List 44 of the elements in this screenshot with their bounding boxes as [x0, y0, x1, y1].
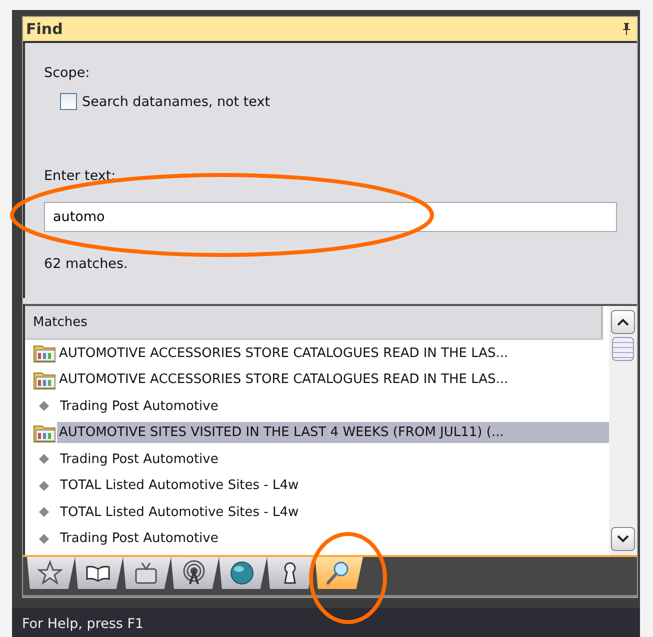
match-item[interactable]: AUTOMOTIVE ACCESSORIES STORE CATALOGUES READ IN THE LAS...: [57, 369, 510, 390]
book-tab[interactable]: [75, 557, 123, 589]
pin-icon[interactable]: [622, 23, 631, 35]
globe-icon: [229, 560, 255, 586]
match-item[interactable]: Trading Post Automotive: [58, 396, 220, 417]
globe-tab[interactable]: [219, 557, 267, 589]
diamond-icon: [39, 401, 49, 412]
scope-label: Scope:: [44, 65, 91, 81]
match-item[interactable]: Trading Post Automotive: [58, 528, 220, 550]
diamond-icon: [39, 534, 49, 544]
checkbox[interactable]: [60, 93, 77, 110]
scroll-up-button[interactable]: [611, 310, 635, 334]
antenna-tab[interactable]: [171, 557, 219, 589]
chevron-down-icon: [617, 535, 629, 543]
scroll-thumb[interactable]: [612, 337, 634, 361]
panel-title: Find: [26, 20, 63, 38]
scroll-down-button[interactable]: [611, 527, 635, 551]
antenna-icon: [181, 560, 207, 586]
folder-icon: [33, 370, 57, 390]
match-item[interactable]: TOTAL Listed Automotive Sites - L4w: [58, 502, 301, 523]
star-icon: [37, 560, 63, 586]
status-text: For Help, press F1: [22, 616, 144, 632]
tv-icon: [133, 560, 159, 586]
checkbox-label: Search datanames, not text: [82, 94, 270, 110]
star-tab[interactable]: [27, 557, 75, 589]
enter-text-label: Enter text:: [44, 168, 117, 184]
chevron-up-icon: [617, 318, 629, 326]
column-header[interactable]: Matches: [25, 306, 603, 340]
search-field[interactable]: automo: [44, 202, 617, 232]
folder-icon: [33, 343, 57, 364]
match-item[interactable]: AUTOMOTIVE ACCESSORIES STORE CATALOGUES READ IN THE LAS...: [57, 342, 510, 364]
diamond-icon: [39, 454, 49, 464]
search-icon: [325, 560, 351, 586]
match-count: 62 matches.: [44, 256, 129, 272]
match-item[interactable]: Trading Post Automotive: [58, 448, 220, 470]
diamond-icon: [39, 507, 49, 518]
search-tab[interactable]: [315, 557, 363, 589]
diamond-icon: [39, 480, 49, 491]
match-item[interactable]: TOTAL Listed Automotive Sites - L4w: [58, 475, 301, 496]
folder-icon: [33, 422, 57, 443]
scrollbar[interactable]: [609, 306, 637, 555]
keyhole-tab[interactable]: [267, 557, 315, 589]
tv-tab[interactable]: [123, 557, 171, 589]
match-item[interactable]: AUTOMOTIVE SITES VISITED IN THE LAST 4 WEEKS (FROM JUL11) (...: [57, 422, 609, 444]
